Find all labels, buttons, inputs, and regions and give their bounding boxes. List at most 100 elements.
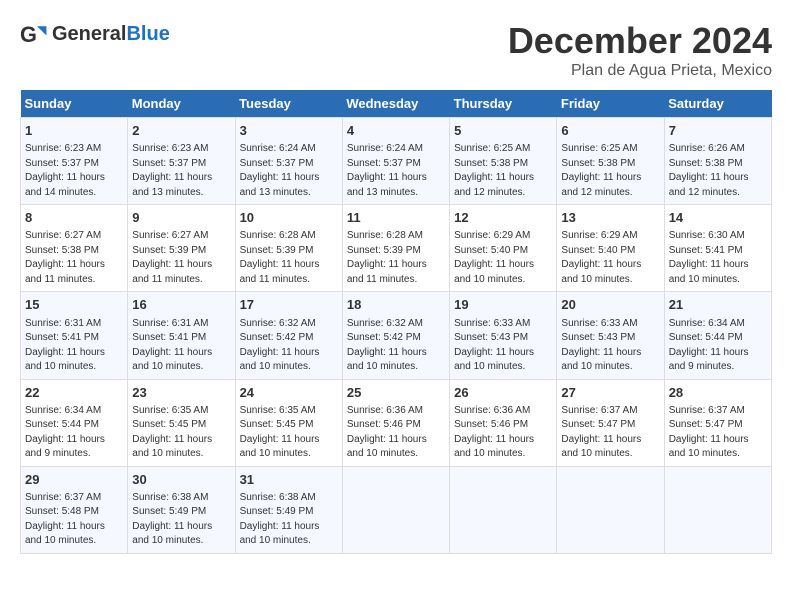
day-number: 16 — [132, 296, 230, 314]
day-info: Sunrise: 6:32 AM Sunset: 5:42 PM Dayligh… — [347, 317, 445, 375]
week-row-2: 8 Sunrise: 6:27 AM Sunset: 5:38 PM Daylig… — [21, 205, 772, 292]
day-cell: 6 Sunrise: 6:25 AM Sunset: 5:38 PM Daylig… — [557, 118, 664, 205]
day-number: 6 — [561, 122, 659, 140]
day-number: 23 — [132, 384, 230, 402]
day-number: 24 — [240, 384, 338, 402]
day-cell: 22Sunrise: 6:34 AM Sunset: 5:44 PM Dayli… — [21, 379, 128, 466]
day-cell: 23 Sunrise: 6:35 AM Sunset: 5:45 PM Dayli… — [128, 379, 235, 466]
day-number: 3 — [240, 122, 338, 140]
day-info: Sunrise: 6:25 AM Sunset: 5:38 PM Dayligh… — [561, 142, 659, 200]
title-section: December 2024 Plan de Agua Prieta, Mexic… — [508, 20, 772, 80]
day-number: 25 — [347, 384, 445, 402]
day-number: 28 — [669, 384, 767, 402]
day-cell: 26 Sunrise: 6:36 AM Sunset: 5:46 PM Dayli… — [450, 379, 557, 466]
day-info: Sunrise: 6:37 AM Sunset: 5:47 PM Dayligh… — [669, 404, 767, 462]
page-header: G GeneralBlue December 2024 Plan de Agua… — [20, 20, 772, 80]
day-number: 2 — [132, 122, 230, 140]
day-cell: 7Sunrise: 6:26 AM Sunset: 5:38 PM Daylig… — [664, 118, 771, 205]
day-info: Sunrise: 6:27 AM Sunset: 5:39 PM Dayligh… — [132, 229, 230, 287]
day-cell: 2Sunrise: 6:23 AM Sunset: 5:37 PM Daylig… — [128, 118, 235, 205]
day-number: 15 — [25, 296, 123, 314]
day-info: Sunrise: 6:33 AM Sunset: 5:43 PM Dayligh… — [561, 317, 659, 375]
day-number: 19 — [454, 296, 552, 314]
day-number: 13 — [561, 209, 659, 227]
day-info: Sunrise: 6:31 AM Sunset: 5:41 PM Dayligh… — [132, 317, 230, 375]
day-info: Sunrise: 6:37 AM Sunset: 5:47 PM Dayligh… — [561, 404, 659, 462]
column-header-friday: Friday — [557, 90, 664, 118]
week-row-3: 15 Sunrise: 6:31 AM Sunset: 5:41 PM Dayli… — [21, 292, 772, 379]
column-header-saturday: Saturday — [664, 90, 771, 118]
day-number: 31 — [240, 471, 338, 489]
day-number: 21 — [669, 296, 767, 314]
day-info: Sunrise: 6:31 AM Sunset: 5:41 PM Dayligh… — [25, 317, 123, 375]
day-cell: 25 Sunrise: 6:36 AM Sunset: 5:46 PM Dayli… — [342, 379, 449, 466]
day-number: 17 — [240, 296, 338, 314]
day-cell: 8 Sunrise: 6:27 AM Sunset: 5:38 PM Daylig… — [21, 205, 128, 292]
day-number: 8 — [25, 209, 123, 227]
day-number: 12 — [454, 209, 552, 227]
day-info: Sunrise: 6:24 AM Sunset: 5:37 PM Dayligh… — [240, 142, 338, 200]
day-info: Sunrise: 6:35 AM Sunset: 5:45 PM Dayligh… — [132, 404, 230, 462]
week-row-1: 1Sunrise: 6:23 AM Sunset: 5:37 PM Daylig… — [21, 118, 772, 205]
day-info: Sunrise: 6:33 AM Sunset: 5:43 PM Dayligh… — [454, 317, 552, 375]
week-row-5: 29Sunrise: 6:37 AM Sunset: 5:48 PM Dayli… — [21, 466, 772, 553]
day-info: Sunrise: 6:24 AM Sunset: 5:37 PM Dayligh… — [347, 142, 445, 200]
day-cell: 24Sunrise: 6:35 AM Sunset: 5:45 PM Dayli… — [235, 379, 342, 466]
day-cell: 4 Sunrise: 6:24 AM Sunset: 5:37 PM Daylig… — [342, 118, 449, 205]
day-info: Sunrise: 6:26 AM Sunset: 5:38 PM Dayligh… — [669, 142, 767, 200]
logo-text: GeneralBlue — [52, 23, 170, 46]
day-cell: 9 Sunrise: 6:27 AM Sunset: 5:39 PM Daylig… — [128, 205, 235, 292]
day-number: 22 — [25, 384, 123, 402]
day-number: 20 — [561, 296, 659, 314]
day-number: 11 — [347, 209, 445, 227]
column-header-tuesday: Tuesday — [235, 90, 342, 118]
day-number: 5 — [454, 122, 552, 140]
day-cell: 21Sunrise: 6:34 AM Sunset: 5:44 PM Dayli… — [664, 292, 771, 379]
day-info: Sunrise: 6:36 AM Sunset: 5:46 PM Dayligh… — [347, 404, 445, 462]
header-row: SundayMondayTuesdayWednesdayThursdayFrid… — [21, 90, 772, 118]
location-title: Plan de Agua Prieta, Mexico — [508, 62, 772, 80]
column-header-thursday: Thursday — [450, 90, 557, 118]
day-cell: 10Sunrise: 6:28 AM Sunset: 5:39 PM Dayli… — [235, 205, 342, 292]
day-cell: 28 Sunrise: 6:37 AM Sunset: 5:47 PM Dayli… — [664, 379, 771, 466]
day-number: 10 — [240, 209, 338, 227]
day-number: 26 — [454, 384, 552, 402]
day-info: Sunrise: 6:25 AM Sunset: 5:38 PM Dayligh… — [454, 142, 552, 200]
day-cell: 13 Sunrise: 6:29 AM Sunset: 5:40 PM Dayli… — [557, 205, 664, 292]
day-cell: 29Sunrise: 6:37 AM Sunset: 5:48 PM Dayli… — [21, 466, 128, 553]
day-info: Sunrise: 6:36 AM Sunset: 5:46 PM Dayligh… — [454, 404, 552, 462]
logo-icon: G — [20, 20, 48, 48]
logo-blue: Blue — [126, 23, 169, 45]
day-info: Sunrise: 6:29 AM Sunset: 5:40 PM Dayligh… — [561, 229, 659, 287]
day-number: 14 — [669, 209, 767, 227]
day-cell: 18 Sunrise: 6:32 AM Sunset: 5:42 PM Dayli… — [342, 292, 449, 379]
day-cell: 20 Sunrise: 6:33 AM Sunset: 5:43 PM Dayli… — [557, 292, 664, 379]
day-cell: 14 Sunrise: 6:30 AM Sunset: 5:41 PM Dayli… — [664, 205, 771, 292]
day-cell: 3 Sunrise: 6:24 AM Sunset: 5:37 PM Daylig… — [235, 118, 342, 205]
day-cell: 15 Sunrise: 6:31 AM Sunset: 5:41 PM Dayli… — [21, 292, 128, 379]
day-info: Sunrise: 6:38 AM Sunset: 5:49 PM Dayligh… — [240, 491, 338, 549]
day-info: Sunrise: 6:23 AM Sunset: 5:37 PM Dayligh… — [25, 142, 123, 200]
day-info: Sunrise: 6:30 AM Sunset: 5:41 PM Dayligh… — [669, 229, 767, 287]
day-number: 30 — [132, 471, 230, 489]
logo-general: General — [52, 23, 126, 45]
day-cell: 30 Sunrise: 6:38 AM Sunset: 5:49 PM Dayli… — [128, 466, 235, 553]
day-cell: 31 Sunrise: 6:38 AM Sunset: 5:49 PM Dayli… — [235, 466, 342, 553]
day-info: Sunrise: 6:37 AM Sunset: 5:48 PM Dayligh… — [25, 491, 123, 549]
day-cell — [342, 466, 449, 553]
day-cell-1: 1Sunrise: 6:23 AM Sunset: 5:37 PM Daylig… — [21, 118, 128, 205]
day-number: 4 — [347, 122, 445, 140]
day-cell: 11 Sunrise: 6:28 AM Sunset: 5:39 PM Dayli… — [342, 205, 449, 292]
day-info: Sunrise: 6:28 AM Sunset: 5:39 PM Dayligh… — [347, 229, 445, 287]
day-cell — [664, 466, 771, 553]
day-cell: 17Sunrise: 6:32 AM Sunset: 5:42 PM Dayli… — [235, 292, 342, 379]
month-title: December 2024 — [508, 20, 772, 62]
day-cell: 12Sunrise: 6:29 AM Sunset: 5:40 PM Dayli… — [450, 205, 557, 292]
day-cell — [557, 466, 664, 553]
day-info: Sunrise: 6:38 AM Sunset: 5:49 PM Dayligh… — [132, 491, 230, 549]
week-row-4: 22Sunrise: 6:34 AM Sunset: 5:44 PM Dayli… — [21, 379, 772, 466]
day-info: Sunrise: 6:27 AM Sunset: 5:38 PM Dayligh… — [25, 229, 123, 287]
day-number: 9 — [132, 209, 230, 227]
svg-text:G: G — [20, 22, 37, 47]
day-number: 18 — [347, 296, 445, 314]
